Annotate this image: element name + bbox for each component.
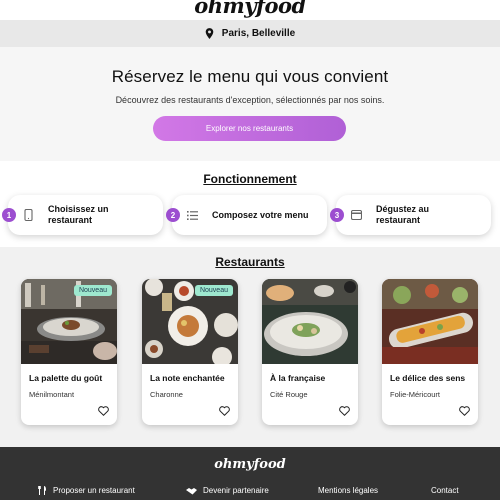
- hero-section: Réservez le menu qui vous convient Décou…: [0, 47, 500, 161]
- step-card-3: 3 Dégustez au restaurant: [330, 195, 491, 235]
- location-pin-icon: [205, 28, 214, 39]
- restaurant-photo: [382, 279, 478, 364]
- restaurants-section: Restaurants Nouveau La palette du goût M…: [0, 247, 500, 447]
- restaurant-name: La palette du goût: [29, 373, 103, 383]
- restaurant-name: La note enchantée: [150, 373, 225, 383]
- step-number: 2: [166, 208, 180, 222]
- restaurant-name: À la française: [270, 373, 326, 383]
- step-label: Dégustez au restaurant: [376, 204, 430, 225]
- step-number: 1: [2, 208, 16, 222]
- explore-restaurants-button[interactable]: Explorer nos restaurants: [153, 116, 346, 141]
- hero-title: Réservez le menu qui vous convient: [111, 67, 389, 86]
- restaurant-card[interactable]: Nouveau La palette du goût Ménilmontant: [21, 279, 117, 425]
- heart-icon[interactable]: [219, 406, 230, 416]
- footer-link-label: Devenir partenaire: [203, 486, 269, 495]
- logo[interactable]: ohmyfood: [194, 0, 306, 16]
- site-header: ohmyfood: [0, 0, 500, 20]
- heart-icon[interactable]: [98, 406, 109, 416]
- footer-link-label: Proposer un restaurant: [53, 486, 135, 495]
- footer-link-propose[interactable]: Proposer un restaurant: [38, 486, 135, 495]
- new-badge: Nouveau: [73, 285, 112, 296]
- cutlery-icon: [38, 486, 46, 495]
- dish-icon: [350, 210, 362, 220]
- handshake-icon: [186, 487, 197, 494]
- step-card-2: 2 Composez votre menu: [166, 195, 327, 235]
- step-number: 3: [330, 208, 344, 222]
- step-label: Choisissez un restaurant: [48, 204, 109, 225]
- location-text: Paris, Belleville: [221, 28, 296, 39]
- list-icon: [186, 210, 198, 220]
- restaurant-area: Cité Rouge: [270, 390, 308, 399]
- step-card-1: 1 Choisissez un restaurant: [2, 195, 163, 235]
- footer-link-contact[interactable]: Contact: [431, 486, 459, 495]
- phone-icon: [22, 209, 34, 221]
- site-footer: ohmyfood Proposer un restaurant Devenir …: [0, 447, 500, 500]
- restaurant-name: Le délice des sens: [390, 373, 466, 383]
- restaurant-area: Charonne: [150, 390, 183, 399]
- restaurant-card[interactable]: À la française Cité Rouge: [262, 279, 358, 425]
- restaurant-card[interactable]: Nouveau La note enchantée Charonne: [142, 279, 238, 425]
- restaurant-photo: Nouveau: [21, 279, 117, 364]
- restaurant-card[interactable]: Le délice des sens Folie-Méricourt: [382, 279, 478, 425]
- step-label: Composez votre menu: [212, 209, 309, 220]
- footer-link-partner[interactable]: Devenir partenaire: [186, 486, 269, 495]
- new-badge: Nouveau: [194, 285, 233, 296]
- restaurant-area: Folie-Méricourt: [390, 390, 441, 399]
- restaurant-photo: Nouveau: [142, 279, 238, 364]
- heart-icon[interactable]: [459, 406, 470, 416]
- restaurant-area: Ménilmontant: [29, 390, 75, 399]
- hero-subtitle: Découvrez des restaurants d'exception, s…: [115, 95, 385, 105]
- restaurants-title: Restaurants: [215, 255, 285, 269]
- footer-link-legal[interactable]: Mentions légales: [318, 486, 378, 495]
- location-bar[interactable]: Paris, Belleville: [0, 20, 500, 47]
- heart-icon[interactable]: [339, 406, 350, 416]
- footer-logo: ohmyfood: [214, 457, 286, 472]
- restaurant-photo: [262, 279, 358, 364]
- how-it-works-section: Fonctionnement 1 Choisissez un restauran…: [0, 161, 500, 247]
- how-title: Fonctionnement: [203, 172, 297, 186]
